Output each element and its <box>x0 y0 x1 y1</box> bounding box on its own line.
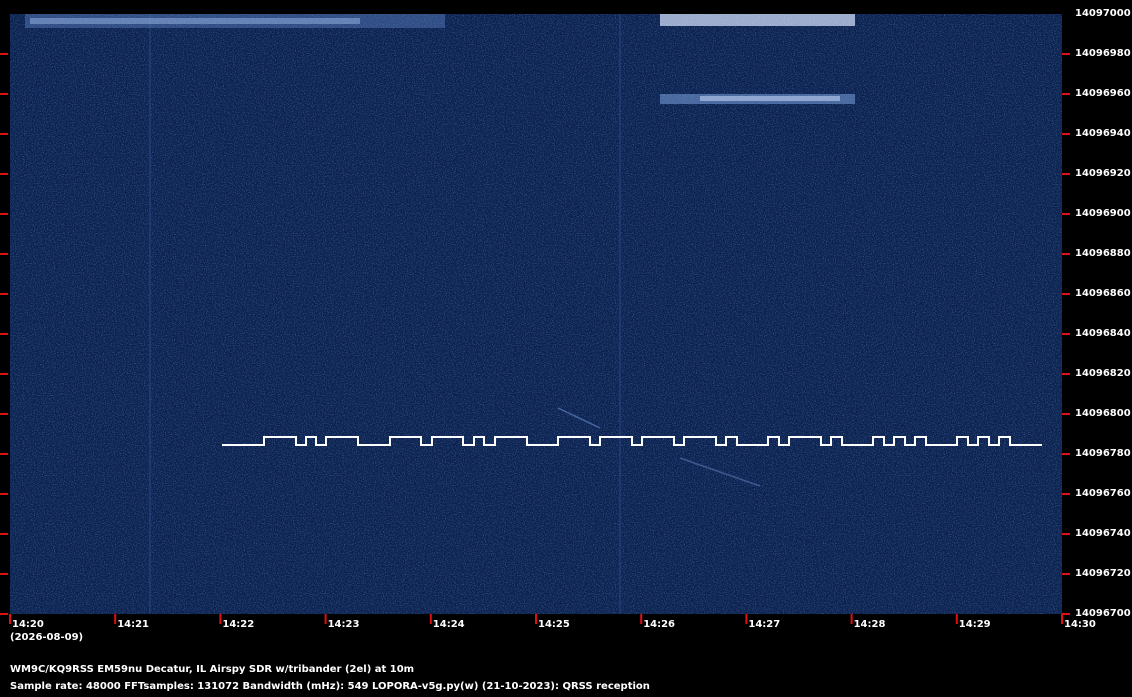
y-axis-label: 14096900 <box>1075 208 1131 219</box>
x-axis-label: 14:22 <box>222 619 255 630</box>
signal-band <box>700 96 840 101</box>
x-axis-label: 14:30 <box>1064 619 1096 630</box>
signal-band <box>660 14 855 26</box>
y-axis-label: 14096920 <box>1075 168 1131 179</box>
station-info: WM9C/KQ9RSS EM59nu Decatur, IL Airspy SD… <box>10 664 415 675</box>
x-axis-label: 14:27 <box>748 619 781 630</box>
y-axis-label: 14096860 <box>1075 288 1131 299</box>
x-axis-label: 14:28 <box>853 619 886 630</box>
y-axis-label: 14096960 <box>1075 88 1131 99</box>
y-axis-label: 14096760 <box>1075 488 1131 499</box>
date-label: (2026-08-09) <box>10 632 84 643</box>
y-axis-label: 14096720 <box>1075 568 1131 579</box>
x-axis-label: 14:24 <box>432 619 465 630</box>
capture-parameters: Sample rate: 48000 FFTsamples: 131072 Ba… <box>10 681 650 693</box>
y-axis-label: 14096940 <box>1075 128 1131 139</box>
y-axis-label: 14096800 <box>1075 408 1131 419</box>
x-axis-label: 14:26 <box>643 619 676 630</box>
signal-band <box>30 18 360 24</box>
y-axis-label: 14096840 <box>1075 328 1131 339</box>
spectrogram-overlay <box>0 14 1070 624</box>
y-axis-label: 14096980 <box>1075 48 1131 59</box>
fft-samples: FFTsamples: 131072 <box>124 681 240 692</box>
x-axis-label: 14:20 <box>12 619 44 630</box>
x-axis-label: 14:23 <box>327 619 360 630</box>
x-axis-label: 14:21 <box>117 619 150 630</box>
y-axis-label: 14096820 <box>1075 368 1131 379</box>
software-version: LOPORA-v5g.py(w) (21-10-2023): QRSS rece… <box>371 681 650 692</box>
y-axis-label: 14096740 <box>1075 528 1131 539</box>
x-axis-label: 14:29 <box>958 619 991 630</box>
x-axis-label: 14:25 <box>538 619 570 630</box>
y-axis-label: 14097000 <box>1075 8 1131 19</box>
bandwidth: Bandwidth (mHz): 549 <box>242 681 369 692</box>
y-axis-label: 14096880 <box>1075 248 1131 259</box>
sample-rate: Sample rate: 48000 <box>10 681 121 692</box>
y-axis-label: 14096780 <box>1075 448 1131 459</box>
noise-texture <box>10 14 1062 614</box>
